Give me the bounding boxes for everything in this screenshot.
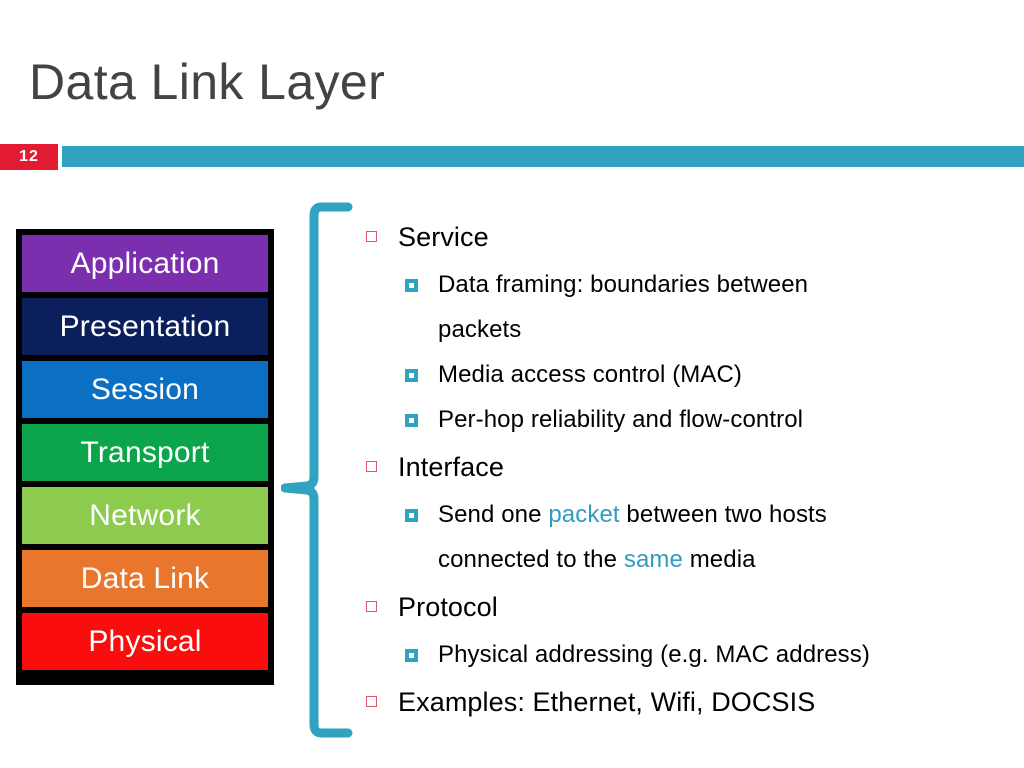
curly-brace-callout xyxy=(281,202,353,738)
bullet-text-part: between two hosts xyxy=(619,501,827,528)
bullet-square-filled-icon xyxy=(405,414,418,427)
osi-layer-label: Session xyxy=(90,373,200,406)
bullet-examples: Examples: Ethernet, Wifi, DOCSIS xyxy=(360,677,1010,727)
bullet-protocol: Protocol xyxy=(360,582,1010,632)
osi-layer-transport: Transport xyxy=(22,424,268,481)
osi-layer-label: Network xyxy=(89,499,201,532)
osi-layer-label: Physical xyxy=(88,625,202,658)
bullet-service-media-access-control: Media access control (MAC) xyxy=(360,352,1010,397)
bullet-square-filled-icon xyxy=(405,509,418,522)
bullet-square-icon xyxy=(366,231,377,242)
bullet-text: Media access control (MAC) xyxy=(438,361,743,388)
osi-layer-data-link: Data Link xyxy=(22,550,268,607)
osi-layer-session: Session xyxy=(22,361,268,418)
osi-layer-label: Application xyxy=(70,247,220,280)
header-accent-bar xyxy=(62,146,1024,167)
bullet-text: Send one packet between two hosts xyxy=(438,492,1010,537)
page-title: Data Link Layer xyxy=(29,54,386,110)
bullet-square-icon xyxy=(366,601,377,612)
osi-layer-physical: Physical xyxy=(22,613,268,670)
osi-layer-network: Network xyxy=(22,487,268,544)
bullet-text: Protocol xyxy=(398,592,498,622)
osi-layer-stack: Application Presentation Session Transpo… xyxy=(16,229,274,685)
bullet-text: Data framing: boundaries between xyxy=(438,271,809,298)
bullet-text: Per-hop reliability and flow-control xyxy=(438,406,804,433)
bullet-interface-send-one-packet: Send one packet between two hosts connec… xyxy=(360,492,1010,582)
osi-layer-application: Application xyxy=(22,235,268,292)
osi-layer-label: Data Link xyxy=(80,562,210,595)
bullet-text-continued: packets xyxy=(438,316,522,343)
osi-layer-label: Transport xyxy=(80,436,210,469)
bullet-square-icon xyxy=(366,461,377,472)
bullet-text: Examples: Ethernet, Wifi, DOCSIS xyxy=(398,687,816,717)
bullet-square-filled-icon xyxy=(405,279,418,292)
bullet-service: Service xyxy=(360,212,1010,262)
bullet-text-continued: connected to the same media xyxy=(438,537,1010,582)
bullet-square-icon xyxy=(366,696,377,707)
osi-layer-presentation: Presentation xyxy=(22,298,268,355)
bullet-text-part: Send one xyxy=(438,501,549,528)
bullet-service-per-hop-reliability: Per-hop reliability and flow-control xyxy=(360,397,1010,442)
bullet-text-part: media xyxy=(682,546,756,573)
bullet-text: Service xyxy=(398,222,489,252)
osi-layer-label: Presentation xyxy=(59,310,231,343)
highlight-packet: packet xyxy=(548,501,620,528)
slide-number-badge: 12 xyxy=(0,144,58,170)
bullet-square-filled-icon xyxy=(405,649,418,662)
bullet-text: Interface xyxy=(398,452,504,482)
bullet-interface: Interface xyxy=(360,442,1010,492)
bullet-protocol-physical-addressing: Physical addressing (e.g. MAC address) xyxy=(360,632,1010,677)
slide-number-text: 12 xyxy=(19,148,39,165)
bullet-service-data-framing: Data framing: boundaries between packets xyxy=(360,262,1010,352)
bullet-text-part: connected to the xyxy=(438,546,624,573)
bullet-content: Service Data framing: boundaries between… xyxy=(360,212,1010,727)
bullet-square-filled-icon xyxy=(405,369,418,382)
bullet-text: Physical addressing (e.g. MAC address) xyxy=(438,641,870,668)
highlight-same: same xyxy=(623,546,683,573)
slide-canvas: Data Link Layer 12 Application Presentat… xyxy=(0,0,1024,768)
